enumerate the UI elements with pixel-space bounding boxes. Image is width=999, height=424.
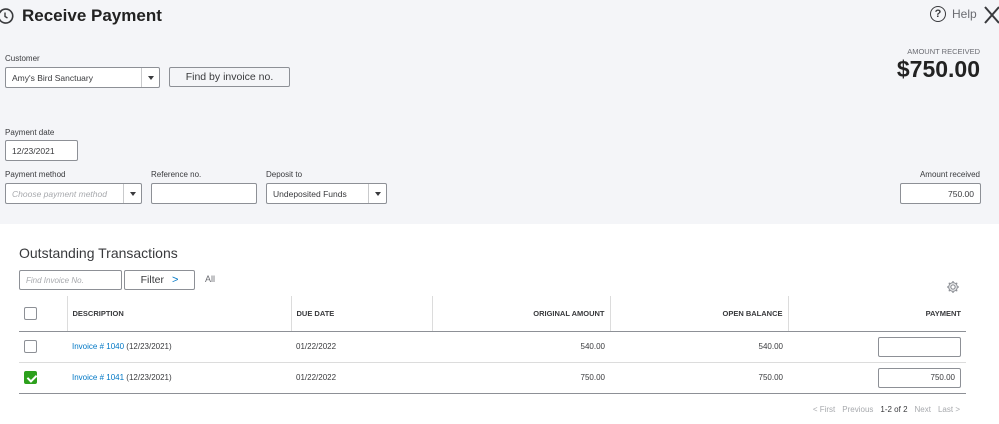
description-cell: Invoice # 1041 (12/23/2021) <box>67 362 291 394</box>
invoice-link[interactable]: Invoice # 1041 <box>72 373 124 382</box>
next-page-link[interactable]: Next <box>915 405 931 414</box>
payment-method-placeholder: Choose payment method <box>12 188 107 199</box>
row-checkbox[interactable] <box>24 340 37 353</box>
customer-select[interactable]: Amy's Bird Sanctuary <box>5 67 160 88</box>
original-amount-cell: 540.00 <box>432 331 610 363</box>
amount-received-heading: AMOUNT RECEIVED <box>907 47 980 56</box>
header-panel <box>0 0 999 224</box>
invoice-date: (12/23/2021) <box>126 373 172 382</box>
due-date-cell: 01/22/2022 <box>291 362 432 394</box>
table-row: Invoice # 1041 (12/23/2021) 01/22/2022 7… <box>19 362 966 394</box>
amount-received-total: $750.00 <box>896 56 980 82</box>
payment-cell <box>788 331 966 363</box>
open-balance-cell: 750.00 <box>610 362 788 394</box>
description-cell: Invoice # 1040 (12/23/2021) <box>67 331 291 363</box>
page-title: Receive Payment <box>22 6 162 25</box>
deposit-to-value: Undeposited Funds <box>273 188 347 199</box>
due-date-cell: 01/22/2022 <box>291 331 432 363</box>
payment-date-input[interactable]: 12/23/2021 <box>5 140 78 161</box>
chevron-down-icon[interactable] <box>123 184 141 203</box>
payment-input[interactable]: 750.00 <box>878 367 961 388</box>
previous-page-link[interactable]: Previous <box>842 405 873 414</box>
customer-label: Customer <box>5 54 40 63</box>
find-by-invoice-button[interactable]: Find by invoice no. <box>169 67 290 87</box>
filter-button[interactable]: Filter > <box>124 270 195 290</box>
payment-date-label: Payment date <box>5 128 55 137</box>
row-select-cell <box>19 331 67 363</box>
page-range: 1-2 of 2 <box>880 405 908 414</box>
select-all-header <box>19 296 67 332</box>
outstanding-transactions-table: DESCRIPTION DUE DATE ORIGINAL AMOUNT OPE… <box>19 296 966 394</box>
deposit-to-label: Deposit to <box>266 170 303 179</box>
pagination: < First Previous 1-2 of 2 Next Last > <box>813 405 960 414</box>
reference-label: Reference no. <box>151 170 202 179</box>
history-icon[interactable] <box>0 7 14 25</box>
col-payment: PAYMENT <box>787 296 966 332</box>
open-balance-cell: 540.00 <box>610 331 788 363</box>
col-open-balance: OPEN BALANCE <box>609 296 788 332</box>
reference-input[interactable] <box>151 183 257 204</box>
first-page-link[interactable]: < First <box>813 405 835 414</box>
invoice-link[interactable]: Invoice # 1040 <box>72 342 124 351</box>
outstanding-transactions-title: Outstanding Transactions <box>19 245 178 261</box>
table-row: Invoice # 1040 (12/23/2021) 01/22/2022 5… <box>19 331 966 363</box>
title-row: Receive Payment <box>0 4 162 28</box>
gear-icon[interactable] <box>946 280 960 294</box>
payment-input[interactable] <box>878 336 961 357</box>
col-original-amount: ORIGINAL AMOUNT <box>431 296 610 332</box>
chevron-down-icon[interactable] <box>141 68 159 87</box>
chevron-right-icon: > <box>171 274 179 286</box>
original-amount-cell: 750.00 <box>432 362 610 394</box>
amount-received-input[interactable]: 750.00 <box>900 183 981 204</box>
last-page-link[interactable]: Last > <box>938 405 960 414</box>
amount-received-label: Amount received <box>919 170 980 179</box>
table-header-row: DESCRIPTION DUE DATE ORIGINAL AMOUNT OPE… <box>19 296 966 332</box>
row-select-cell <box>19 362 67 394</box>
find-invoice-input[interactable]: Find Invoice No. <box>19 270 122 290</box>
payment-method-label: Payment method <box>5 170 66 179</box>
payment-cell: 750.00 <box>788 362 966 394</box>
close-icon[interactable] <box>984 6 999 24</box>
chevron-down-icon[interactable] <box>368 184 386 203</box>
question-circle-icon: ? <box>930 6 946 22</box>
help-label: Help <box>952 7 977 21</box>
col-description: DESCRIPTION <box>66 296 291 332</box>
row-checkbox[interactable] <box>24 371 37 384</box>
payment-method-select[interactable]: Choose payment method <box>5 183 142 204</box>
select-all-checkbox[interactable] <box>24 306 37 320</box>
filter-label: Filter <box>140 274 164 286</box>
help-button[interactable]: ? Help <box>930 6 977 22</box>
col-due-date: DUE DATE <box>290 296 432 332</box>
all-filter-label: All <box>205 274 216 284</box>
deposit-to-select[interactable]: Undeposited Funds <box>266 183 387 204</box>
customer-value: Amy's Bird Sanctuary <box>12 72 93 83</box>
invoice-date: (12/23/2021) <box>126 342 172 351</box>
